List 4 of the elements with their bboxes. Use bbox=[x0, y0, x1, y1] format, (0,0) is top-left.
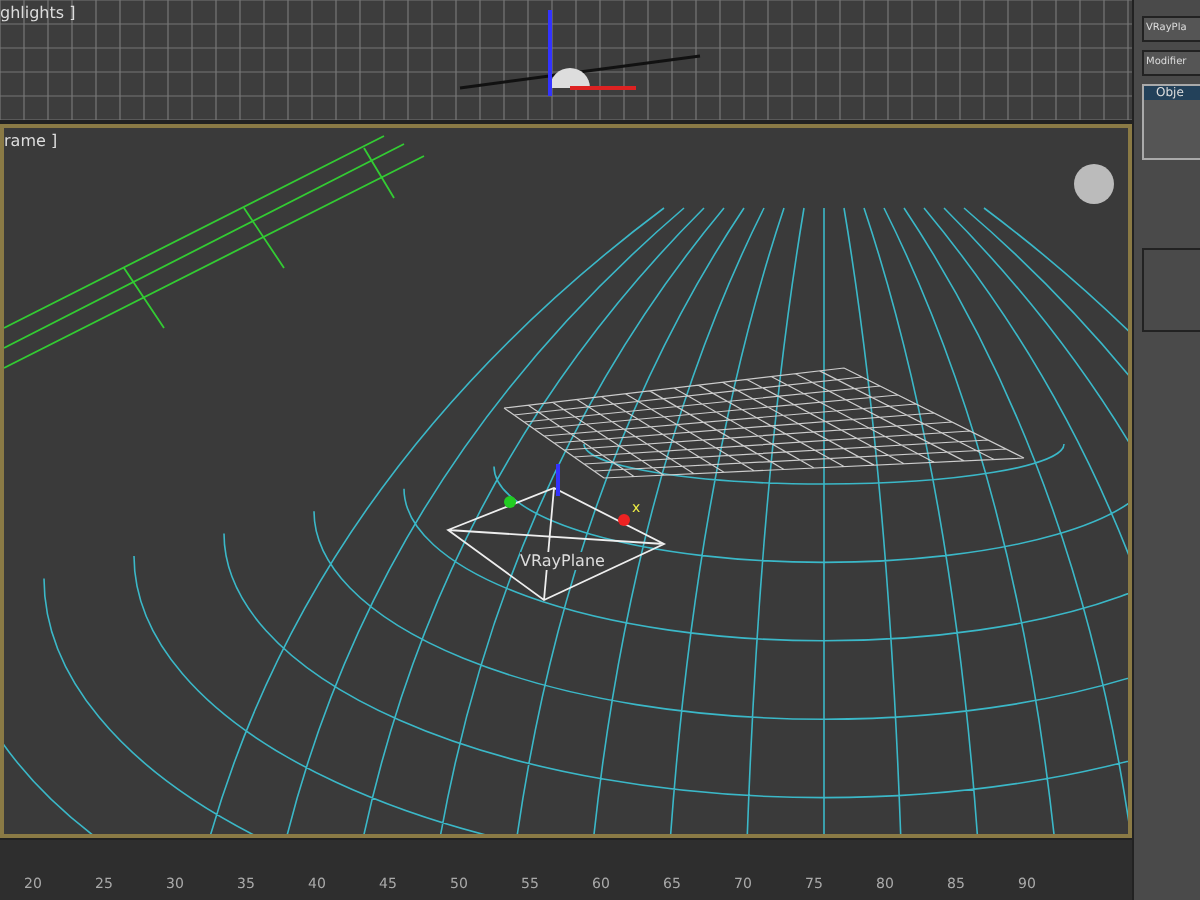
viewport-label[interactable]: rame ] bbox=[4, 132, 58, 150]
object-label: VRayPlane bbox=[520, 552, 605, 570]
viewport-label[interactable]: ghlights ] bbox=[0, 4, 76, 22]
top-viewport[interactable]: ghlights ] bbox=[0, 0, 1132, 124]
